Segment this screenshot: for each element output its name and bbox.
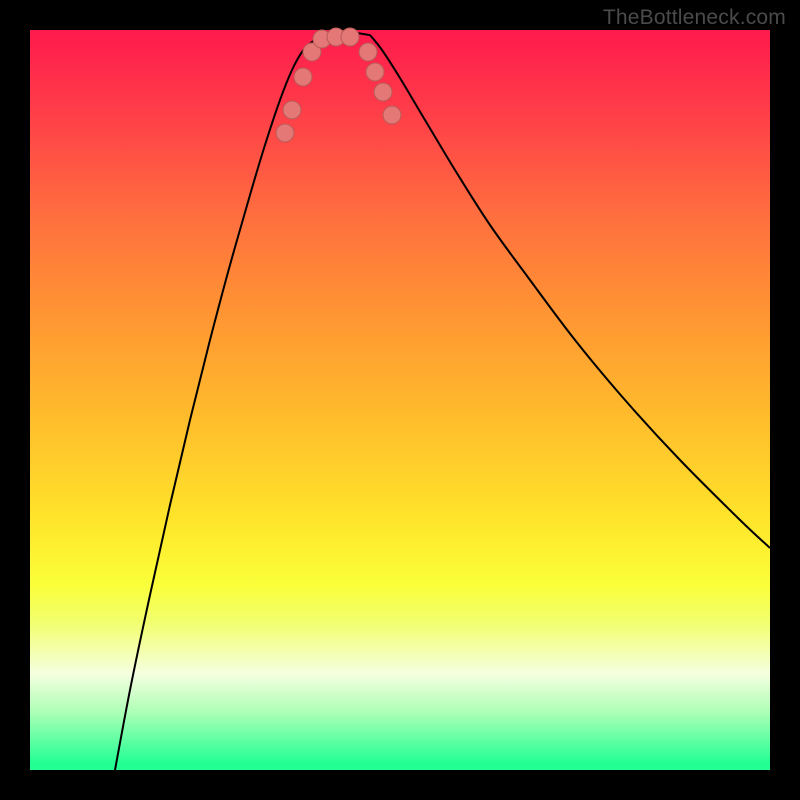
data-marker	[374, 83, 392, 101]
data-marker	[383, 106, 401, 124]
plot-area	[30, 30, 770, 770]
data-marker	[276, 124, 294, 142]
data-marker	[294, 68, 312, 86]
curve-left-curve	[115, 35, 322, 770]
data-marker	[359, 43, 377, 61]
markers-group	[276, 28, 401, 142]
curves-svg	[30, 30, 770, 770]
data-marker	[341, 28, 359, 46]
data-marker	[366, 63, 384, 81]
watermark-text: TheBottleneck.com	[603, 6, 786, 30]
curve-group	[115, 32, 770, 770]
data-marker	[283, 101, 301, 119]
chart-frame: TheBottleneck.com	[0, 0, 800, 800]
curve-right-curve	[370, 35, 770, 548]
